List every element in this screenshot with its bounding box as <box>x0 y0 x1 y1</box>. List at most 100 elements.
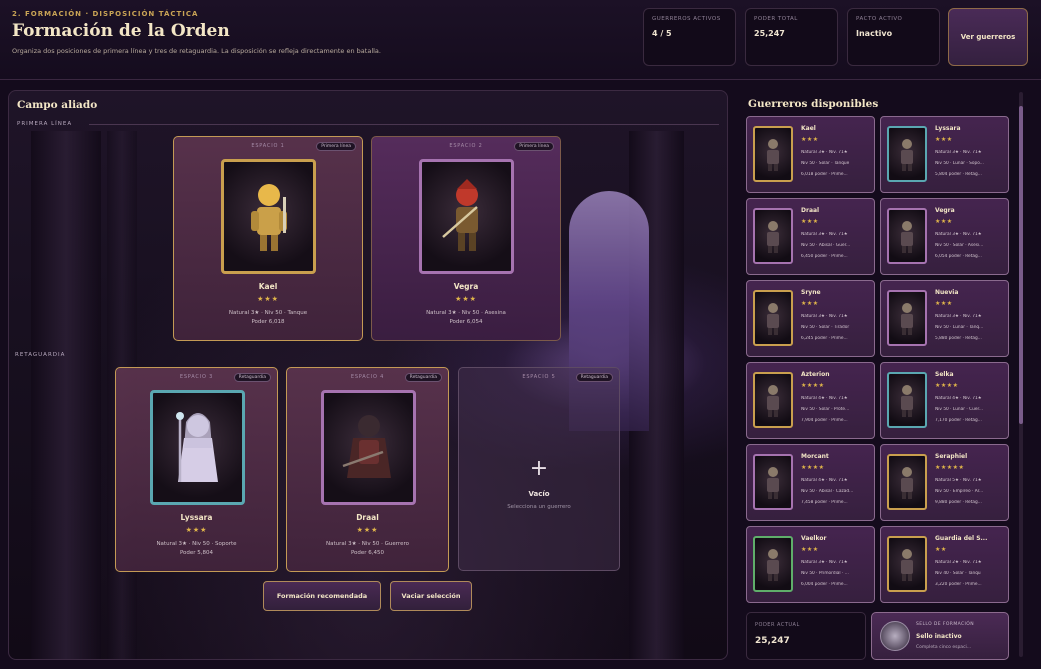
formation-slot-1[interactable]: ESPACIO 1 Primera línea Kael ★★★ Natural… <box>173 136 363 341</box>
warrior-stars: ★★★ <box>935 218 953 225</box>
warrior-figure-icon <box>767 303 779 335</box>
warrior-rank: Natural 5★ · Niv. 71★ <box>935 478 982 483</box>
warrior-card[interactable]: Draal ★★★ Natural 3★ · Niv. 71★ Niv 50 · Ab… <box>746 198 875 275</box>
stat-active-pact: PACTO ACTIVO Inactivo <box>847 8 940 66</box>
warrior-name: Sryne <box>801 289 821 296</box>
warrior-thumbnail <box>753 454 793 510</box>
warrior-class: Niv 50 · Primordial · ... <box>801 571 849 576</box>
roster-title: Guerreros disponibles <box>748 98 879 110</box>
hero-power: Poder 6,018 <box>251 319 285 325</box>
slot-position-badge: Retaguardia <box>575 373 613 382</box>
warrior-card[interactable]: Morcant ★★★★ Natural 4★ · Niv. 71★ Niv 50 ·… <box>746 444 875 521</box>
hero-portrait <box>150 390 245 505</box>
hero-name: Kael <box>258 282 278 291</box>
formation-slot-2[interactable]: ESPACIO 2 Primera línea Vegra ★★★ Natura… <box>371 136 561 341</box>
warrior-rank: Natural 3★ · Niv. 71★ <box>935 314 982 319</box>
warrior-name: Morcant <box>801 453 829 460</box>
warrior-name: Vegra <box>935 207 955 214</box>
warrior-card[interactable]: Guardia del S... ★★ Natural 2★ · Niv. 71★ N… <box>880 526 1009 603</box>
view-warriors-button[interactable]: Ver guerreros <box>948 8 1028 66</box>
warrior-rank: Natural 3★ · Niv. 71★ <box>801 560 848 565</box>
seal-icon <box>880 621 910 651</box>
warrior-thumbnail <box>753 536 793 592</box>
priestess-icon <box>175 411 218 482</box>
warrior-power: 6,018 poder · Prime... <box>801 172 848 177</box>
slot-position-badge: Primera línea <box>514 142 554 151</box>
warrior-class: Niv 50 · Abisal · Cazad... <box>801 489 854 494</box>
warrior-card[interactable]: Sryne ★★★ Natural 3★ · Niv. 71★ Niv 50 · So… <box>746 280 875 357</box>
warrior-name: Kael <box>801 125 816 132</box>
front-row-label: PRIMERA LÍNEA <box>17 121 73 127</box>
warrior-power: 7,904 poder · Prime... <box>801 418 848 423</box>
warrior-class: Niv 50 · Lunar · Tanq... <box>935 325 984 330</box>
formation-slot-4[interactable]: ESPACIO 4 Retaguardia Draal ★★★ Natural … <box>286 367 449 572</box>
warrior-thumbnail <box>887 290 927 346</box>
warrior-figure-icon <box>767 139 779 171</box>
stat-label: PACTO ACTIVO <box>856 16 903 22</box>
warrior-stars: ★★ <box>935 546 947 553</box>
warrior-name: Selka <box>935 371 954 378</box>
slot-position-badge: Primera línea <box>316 142 356 151</box>
row-divider <box>89 124 719 125</box>
warrior-stars: ★★★ <box>801 300 819 307</box>
empty-slot-title: Vacío <box>528 490 550 498</box>
warrior-name: Lyssara <box>935 125 961 132</box>
warrior-card[interactable]: Selka ★★★★ Natural 4★ · Niv. 71★ Niv 50 · L… <box>880 362 1009 439</box>
formation-seal-box[interactable]: SELLO DE FORMACIÓN Sello inactivo Comple… <box>871 612 1009 660</box>
warrior-card[interactable]: Vegra ★★★ Natural 3★ · Niv. 71★ Niv 50 · So… <box>880 198 1009 275</box>
seal-status: Sello inactivo <box>916 633 962 640</box>
warrior-name: Azterion <box>801 371 830 378</box>
stat-value: 25,247 <box>754 29 785 38</box>
clear-selection-button[interactable]: Vaciar selección <box>390 581 472 611</box>
stat-value: 4 / 5 <box>652 29 672 38</box>
hero-stars: ★★★ <box>185 526 208 534</box>
warrior-power: 7,170 poder · Retag... <box>935 418 982 423</box>
page-subtitle: Organiza dos posiciones de primera línea… <box>12 47 381 55</box>
current-power-label: PODER ACTUAL <box>755 622 800 628</box>
stat-value: Inactivo <box>856 29 893 38</box>
warrior-class: Niv 50 · Lunar · Sopo... <box>935 161 984 166</box>
warrior-thumbnail <box>887 536 927 592</box>
hero-class-info: Natural 3★ · Niv 50 · Asesina <box>426 310 506 316</box>
warrior-power: 3,220 poder · Prime... <box>935 582 982 587</box>
current-power-box: PODER ACTUAL 25,247 <box>746 612 866 660</box>
hero-portrait <box>321 390 416 505</box>
warrior-rank: Natural 3★ · Niv. 71★ <box>801 314 848 319</box>
formation-slot-3[interactable]: ESPACIO 3 Retaguardia Lyssara ★★★ Natura… <box>115 367 278 572</box>
stat-total-power: PODER TOTAL 25,247 <box>745 8 838 66</box>
warrior-rank: Natural 2★ · Niv. 71★ <box>935 560 982 565</box>
warrior-thumbnail <box>753 372 793 428</box>
warrior-card[interactable]: Azterion ★★★★ Natural 4★ · Niv. 71★ Niv 50 … <box>746 362 875 439</box>
warrior-card[interactable]: Nuevia ★★★ Natural 3★ · Niv. 71★ Niv 50 · L… <box>880 280 1009 357</box>
warrior-figure-icon <box>901 139 913 171</box>
warrior-name: Vaelkor <box>801 535 827 542</box>
warrior-power: 7,458 poder · Prime... <box>801 500 848 505</box>
warrior-class: Niv 50 · Lunar · Cuer... <box>935 407 983 412</box>
warrior-class: Niv 50 · Solar · Prote... <box>801 407 850 412</box>
formation-slot-5-empty[interactable]: ESPACIO 5 Retaguardia + Vacío Selecciona… <box>458 367 620 571</box>
hero-name: Draal <box>356 513 379 522</box>
warrior-class: Niv 50 · Abisal · Guer... <box>801 243 851 248</box>
warrior-rank: Natural 3★ · Niv. 71★ <box>801 232 848 237</box>
warrior-card[interactable]: Kael ★★★ Natural 3★ · Niv. 71★ Niv 50 · Sol… <box>746 116 875 193</box>
warrior-figure-icon <box>767 467 779 499</box>
field-title: Campo aliado <box>17 99 98 111</box>
seal-hint: Completa cinco espaci... <box>916 645 972 650</box>
page-title: Formación de la Orden <box>12 21 230 41</box>
warrior-power: 6,245 poder · Prime... <box>801 336 848 341</box>
warrior-stars: ★★★★ <box>801 464 825 471</box>
hero-power: Poder 5,804 <box>179 550 214 556</box>
warrior-class: Niv 50 · Solar · Tirador <box>801 325 850 330</box>
warrior-rank: Natural 3★ · Niv. 71★ <box>935 232 982 237</box>
recommended-formation-button[interactable]: Formación recomendada <box>263 581 381 611</box>
warrior-figure-icon <box>901 303 913 335</box>
warrior-rank: Natural 3★ · Niv. 71★ <box>935 150 982 155</box>
warrior-card[interactable]: Lyssara ★★★ Natural 3★ · Niv. 71★ Niv 50 · … <box>880 116 1009 193</box>
scrollbar-thumb[interactable] <box>1019 106 1023 424</box>
dark-knight-icon <box>342 414 391 478</box>
warrior-class: Niv 50 · Empíreo · Ar... <box>935 489 984 494</box>
warrior-card[interactable]: Vaelkor ★★★ Natural 3★ · Niv. 71★ Niv 50 · … <box>746 526 875 603</box>
warrior-card[interactable]: Seraphiel ★★★★★ Natural 5★ · Niv. 71★ Niv 5… <box>880 444 1009 521</box>
warrior-stars: ★★★★★ <box>935 464 965 471</box>
warrior-stars: ★★★ <box>801 136 819 143</box>
